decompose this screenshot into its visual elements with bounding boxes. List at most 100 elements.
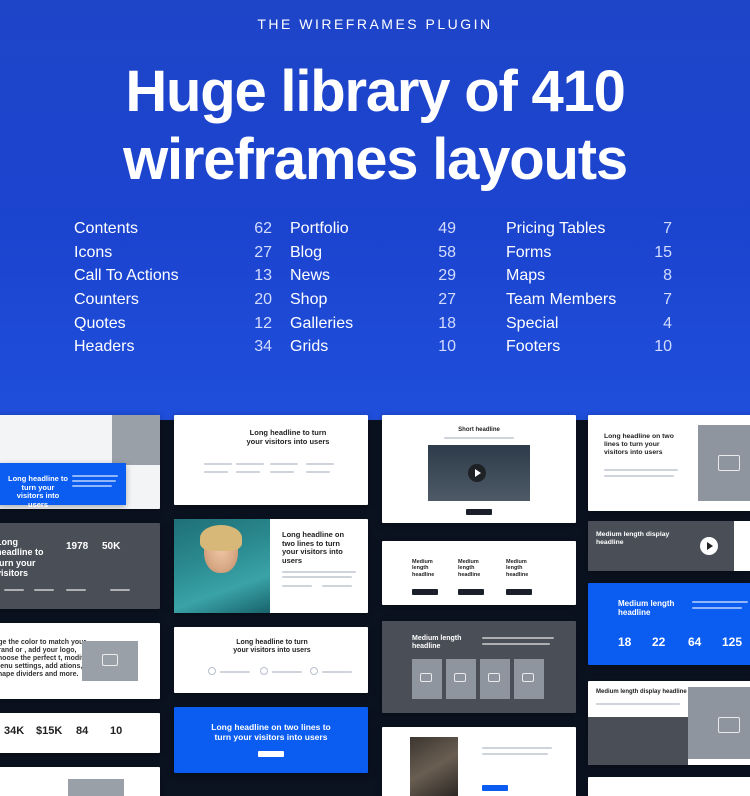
play-button xyxy=(468,464,486,482)
play-icon xyxy=(475,469,481,477)
category-row: Headers 34 xyxy=(74,338,272,362)
text-line xyxy=(692,601,748,603)
thumbnail-headline: Medium length headline xyxy=(412,559,435,578)
text-line xyxy=(282,576,352,578)
category-name: Forms xyxy=(506,243,552,261)
text-line xyxy=(306,463,334,465)
stat-value: 10 xyxy=(110,725,123,737)
image-icon xyxy=(488,673,500,682)
text-line xyxy=(482,747,552,749)
thumbnail-headline: Long headline on two lines to turn your … xyxy=(604,433,674,456)
text-line xyxy=(692,607,742,609)
thumbnail-headline: Medium length display headline xyxy=(596,689,687,695)
category-name: Shop xyxy=(290,291,328,309)
cta-button xyxy=(506,589,532,595)
wireframe-thumbnail[interactable]: Long headline to turn your visitors into… xyxy=(174,627,368,693)
cta-button xyxy=(458,589,484,595)
thumbnail-headline: Long headline to turn your visitors into… xyxy=(8,474,68,509)
category-count: 4 xyxy=(663,314,672,332)
text-line xyxy=(306,471,330,473)
category-row: Galleries 18 xyxy=(290,315,456,339)
thumbnail-headline: Medium length headline xyxy=(458,559,481,578)
category-row: Special 4 xyxy=(506,315,672,339)
category-count: 8 xyxy=(663,267,672,285)
side-panel xyxy=(734,521,750,571)
category-name: News xyxy=(290,267,331,285)
text-line xyxy=(204,463,232,465)
wireframe-thumbnail[interactable]: Medium length headline xyxy=(382,621,576,713)
eyebrow-label: THE WIREFRAMES PLUGIN xyxy=(257,16,493,32)
text-line xyxy=(604,469,678,471)
wireframe-thumbnail[interactable]: Long headline to turn your visitors into… xyxy=(174,415,368,505)
category-name: Footers xyxy=(506,338,561,356)
image-placeholder xyxy=(112,415,160,465)
text-line xyxy=(322,671,352,673)
category-name: Galleries xyxy=(290,314,354,332)
text-line xyxy=(596,703,680,705)
photo-placeholder xyxy=(410,737,458,796)
category-column-2: Portfolio 49 Blog 58 News 29 Shop 27 Galleri… xyxy=(290,220,456,362)
stat-value: 84 xyxy=(76,725,89,737)
text-line xyxy=(482,637,554,639)
wireframe-thumbnail[interactable]: Long headline on two lines to turn your … xyxy=(588,415,750,511)
wireframe-thumbnail[interactable]: Medium length headline Medium length hea… xyxy=(382,541,576,605)
category-count: 58 xyxy=(438,243,456,261)
text-line xyxy=(270,471,294,473)
stat-value: 64 xyxy=(688,635,702,649)
category-count: 10 xyxy=(654,338,672,356)
wireframe-thumbnail[interactable]: nge the color to match your brand or , a… xyxy=(0,623,160,699)
dark-panel xyxy=(588,717,688,765)
wireframe-thumbnail[interactable]: Long headline to turn your visitors into… xyxy=(0,415,160,509)
category-row: Shop 27 xyxy=(290,291,456,315)
feature-icon xyxy=(310,667,318,675)
wireframe-thumbnail[interactable]: Long headline on two lines to turn your … xyxy=(174,519,368,613)
wireframe-thumbnail[interactable] xyxy=(382,727,576,796)
wireframe-thumbnail[interactable]: Long headline on two lines to turn your … xyxy=(174,707,368,773)
wireframe-thumbnail[interactable]: Short headline xyxy=(382,415,576,523)
category-name: Contents xyxy=(74,220,139,237)
category-name: Portfolio xyxy=(290,220,349,237)
category-name: Quotes xyxy=(74,314,126,332)
thumbnail-headline: Medium length display headline xyxy=(596,531,670,546)
category-count: 7 xyxy=(663,220,672,237)
image-placeholder xyxy=(480,659,510,699)
wireframe-thumbnail[interactable] xyxy=(588,777,750,796)
category-name: Blog xyxy=(290,243,323,261)
category-row: Icons 27 xyxy=(74,244,272,268)
category-count: 15 xyxy=(654,243,672,261)
text-line xyxy=(444,437,514,439)
wireframe-thumbnail[interactable]: Medium length display headline xyxy=(588,681,750,765)
category-name: Headers xyxy=(74,338,135,356)
wireframe-thumbnail[interactable]: Medium length headline 18 22 64 125 xyxy=(588,583,750,665)
wireframe-thumbnail[interactable] xyxy=(0,767,160,796)
image-placeholder xyxy=(446,659,476,699)
text-line xyxy=(282,585,312,587)
text-line xyxy=(482,753,548,755)
text-line xyxy=(236,463,264,465)
category-count: 10 xyxy=(438,338,456,356)
thumbnail-headline: Short headline xyxy=(458,427,500,433)
image-icon xyxy=(454,673,466,682)
image-placeholder xyxy=(514,659,544,699)
wireframe-thumbnail[interactable]: 34K $15K 84 10 xyxy=(0,713,160,753)
category-name: Maps xyxy=(506,267,546,285)
text-line xyxy=(110,589,130,591)
category-count: 27 xyxy=(254,243,272,261)
category-count: 62 xyxy=(254,220,272,237)
stat-value: 125 xyxy=(722,635,743,649)
photo-placeholder xyxy=(174,519,270,613)
wireframe-thumbnail[interactable]: Medium length display headline xyxy=(588,521,750,571)
stat-value: 18 xyxy=(618,635,632,649)
image-placeholder xyxy=(688,687,750,759)
category-name: Special xyxy=(506,314,559,332)
category-row: Grids 10 xyxy=(290,338,456,362)
text-line xyxy=(4,589,24,591)
category-name: Icons xyxy=(74,243,113,261)
cta-button xyxy=(412,589,438,595)
category-name: Counters xyxy=(74,291,139,309)
image-placeholder xyxy=(68,779,124,796)
category-count: 34 xyxy=(254,338,272,356)
category-row: Call To Actions 13 xyxy=(74,267,272,291)
wireframe-thumbnail[interactable]: Long headline to turn your visitors 1978… xyxy=(0,523,160,609)
text-line xyxy=(220,671,250,673)
